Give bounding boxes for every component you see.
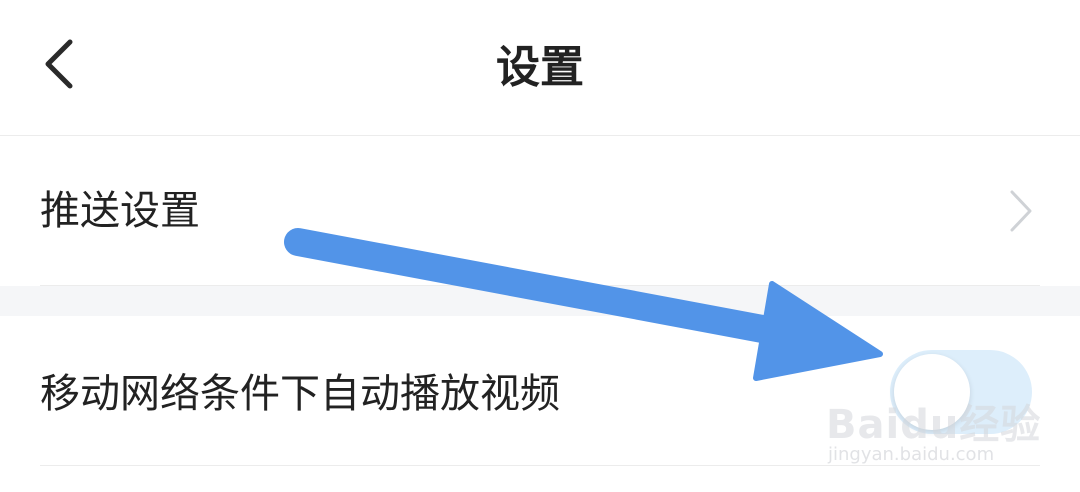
autoplay-video-row: 移动网络条件下自动播放视频: [0, 316, 1080, 466]
autoplay-video-label: 移动网络条件下自动播放视频: [40, 371, 560, 417]
section-gap: [0, 286, 1080, 316]
push-settings-row[interactable]: 推送设置: [0, 136, 1080, 286]
page-title: 设置: [496, 42, 584, 93]
divider: [40, 465, 1040, 466]
autoplay-toggle[interactable]: [890, 350, 1032, 434]
toggle-knob: [894, 354, 970, 430]
chevron-right-icon: [1010, 190, 1032, 232]
back-button[interactable]: [30, 32, 90, 96]
chevron-left-icon: [45, 39, 73, 89]
push-settings-label: 推送设置: [40, 188, 200, 234]
header: 设置: [0, 0, 1080, 136]
